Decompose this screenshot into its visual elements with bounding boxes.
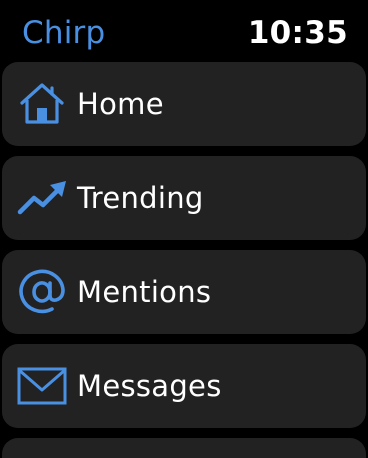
trending-icon: [16, 174, 68, 222]
clock: 10:35: [247, 15, 348, 51]
menu-item-label: Messages: [77, 369, 222, 403]
menu-item-next[interactable]: [2, 438, 366, 458]
at-sign-icon: [16, 268, 68, 316]
menu-item-mentions[interactable]: Mentions: [2, 250, 366, 334]
menu-item-label: Trending: [77, 181, 204, 215]
menu-item-label: Mentions: [77, 275, 212, 309]
home-icon: [16, 80, 68, 128]
app-title: Chirp: [22, 15, 106, 51]
status-bar: Chirp 10:35: [0, 0, 368, 62]
menu-item-home[interactable]: Home: [2, 62, 366, 146]
envelope-icon: [16, 362, 68, 410]
menu-item-messages[interactable]: Messages: [2, 344, 366, 428]
menu-item-label: Home: [77, 87, 164, 121]
main-menu: Home Trending Mentions Messages: [2, 62, 366, 458]
menu-item-trending[interactable]: Trending: [2, 156, 366, 240]
